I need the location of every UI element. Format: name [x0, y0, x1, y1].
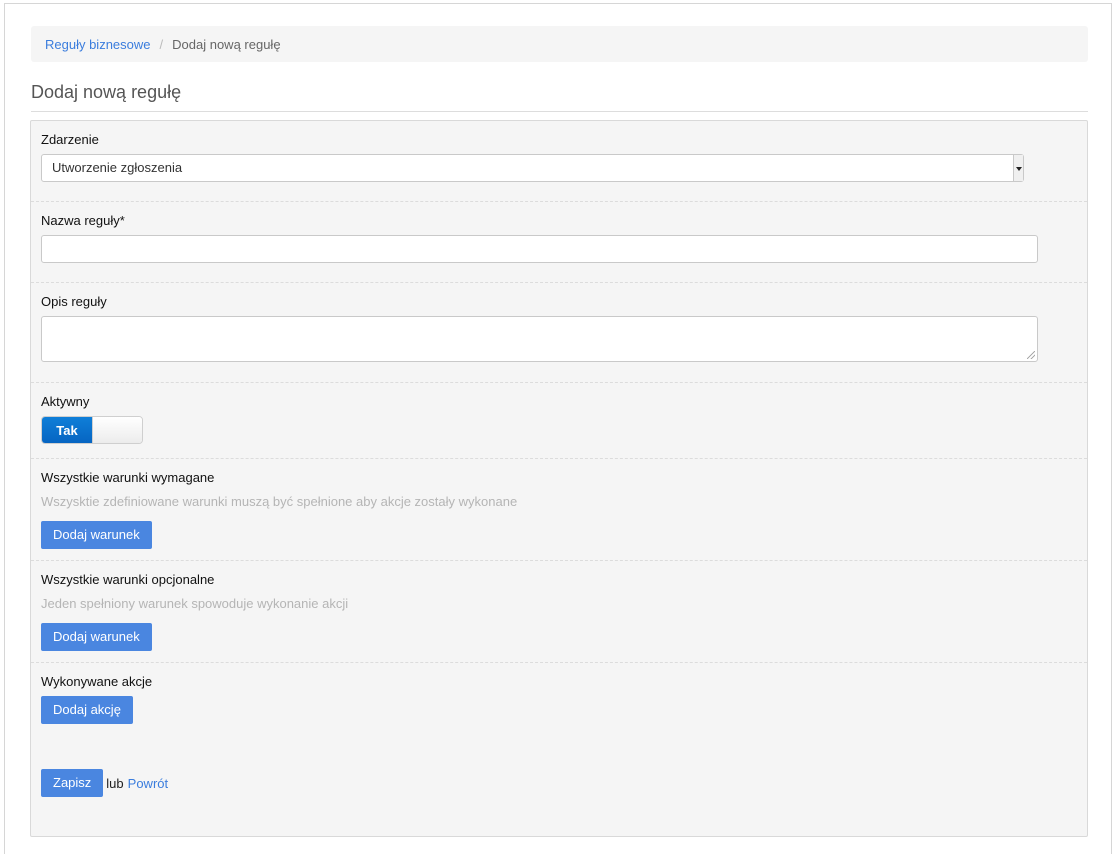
breadcrumb-separator: /	[159, 36, 164, 52]
resize-grip-icon[interactable]	[1027, 351, 1035, 359]
chevron-down-icon	[1013, 155, 1023, 181]
rule-name-input[interactable]	[41, 235, 1038, 263]
form-footer: Zapisz lub Powrót	[41, 769, 168, 797]
optional-conditions-hint: Jeden spełniony warunek spowoduje wykona…	[41, 596, 349, 611]
optional-conditions-label: Wszystkie warunki opcjonalne	[41, 572, 215, 587]
rule-description-textarea[interactable]	[41, 316, 1038, 362]
active-section: Aktywny Tak	[31, 383, 1087, 459]
rule-name-label: Nazwa reguły*	[41, 213, 125, 228]
rule-form-panel: Zdarzenie Utworzenie zgłoszenia Nazwa re…	[30, 120, 1088, 837]
event-select[interactable]: Utworzenie zgłoszenia	[41, 154, 1024, 182]
rule-description-section: Opis reguły	[31, 283, 1087, 383]
page-title: Dodaj nową regułę	[31, 82, 1088, 112]
breadcrumb: Reguły biznesowe / Dodaj nową regułę	[31, 26, 1088, 62]
page-frame: Reguły biznesowe / Dodaj nową regułę Dod…	[4, 3, 1112, 854]
rule-description-label: Opis reguły	[41, 294, 107, 309]
event-label: Zdarzenie	[41, 132, 99, 147]
actions-section: Wykonywane akcje Dodaj akcję	[31, 663, 1087, 733]
optional-conditions-section: Wszystkie warunki opcjonalne Jeden spełn…	[31, 561, 1087, 663]
required-conditions-section: Wszystkie warunki wymagane Wszysktie zde…	[31, 459, 1087, 561]
breadcrumb-link-business-rules[interactable]: Reguły biznesowe	[45, 37, 151, 52]
add-action-button[interactable]: Dodaj akcję	[41, 696, 133, 724]
active-toggle-handle[interactable]	[92, 417, 142, 443]
add-required-condition-button[interactable]: Dodaj warunek	[41, 521, 152, 549]
breadcrumb-current: Dodaj nową regułę	[172, 36, 281, 52]
active-toggle-on-label: Tak	[42, 417, 92, 443]
event-select-value: Utworzenie zgłoszenia	[52, 160, 183, 175]
actions-label: Wykonywane akcje	[41, 674, 153, 689]
rule-name-section: Nazwa reguły*	[31, 202, 1087, 283]
event-section: Zdarzenie Utworzenie zgłoszenia	[31, 121, 1087, 202]
active-label: Aktywny	[41, 394, 90, 409]
add-optional-condition-button[interactable]: Dodaj warunek	[41, 623, 152, 651]
required-conditions-label: Wszystkie warunki wymagane	[41, 470, 215, 485]
save-button[interactable]: Zapisz	[41, 769, 104, 797]
back-link[interactable]: Powrót	[128, 776, 168, 791]
required-conditions-hint: Wszysktie zdefiniowane warunki muszą być…	[41, 494, 518, 509]
or-text: lub	[106, 775, 124, 791]
active-toggle[interactable]: Tak	[41, 416, 143, 444]
